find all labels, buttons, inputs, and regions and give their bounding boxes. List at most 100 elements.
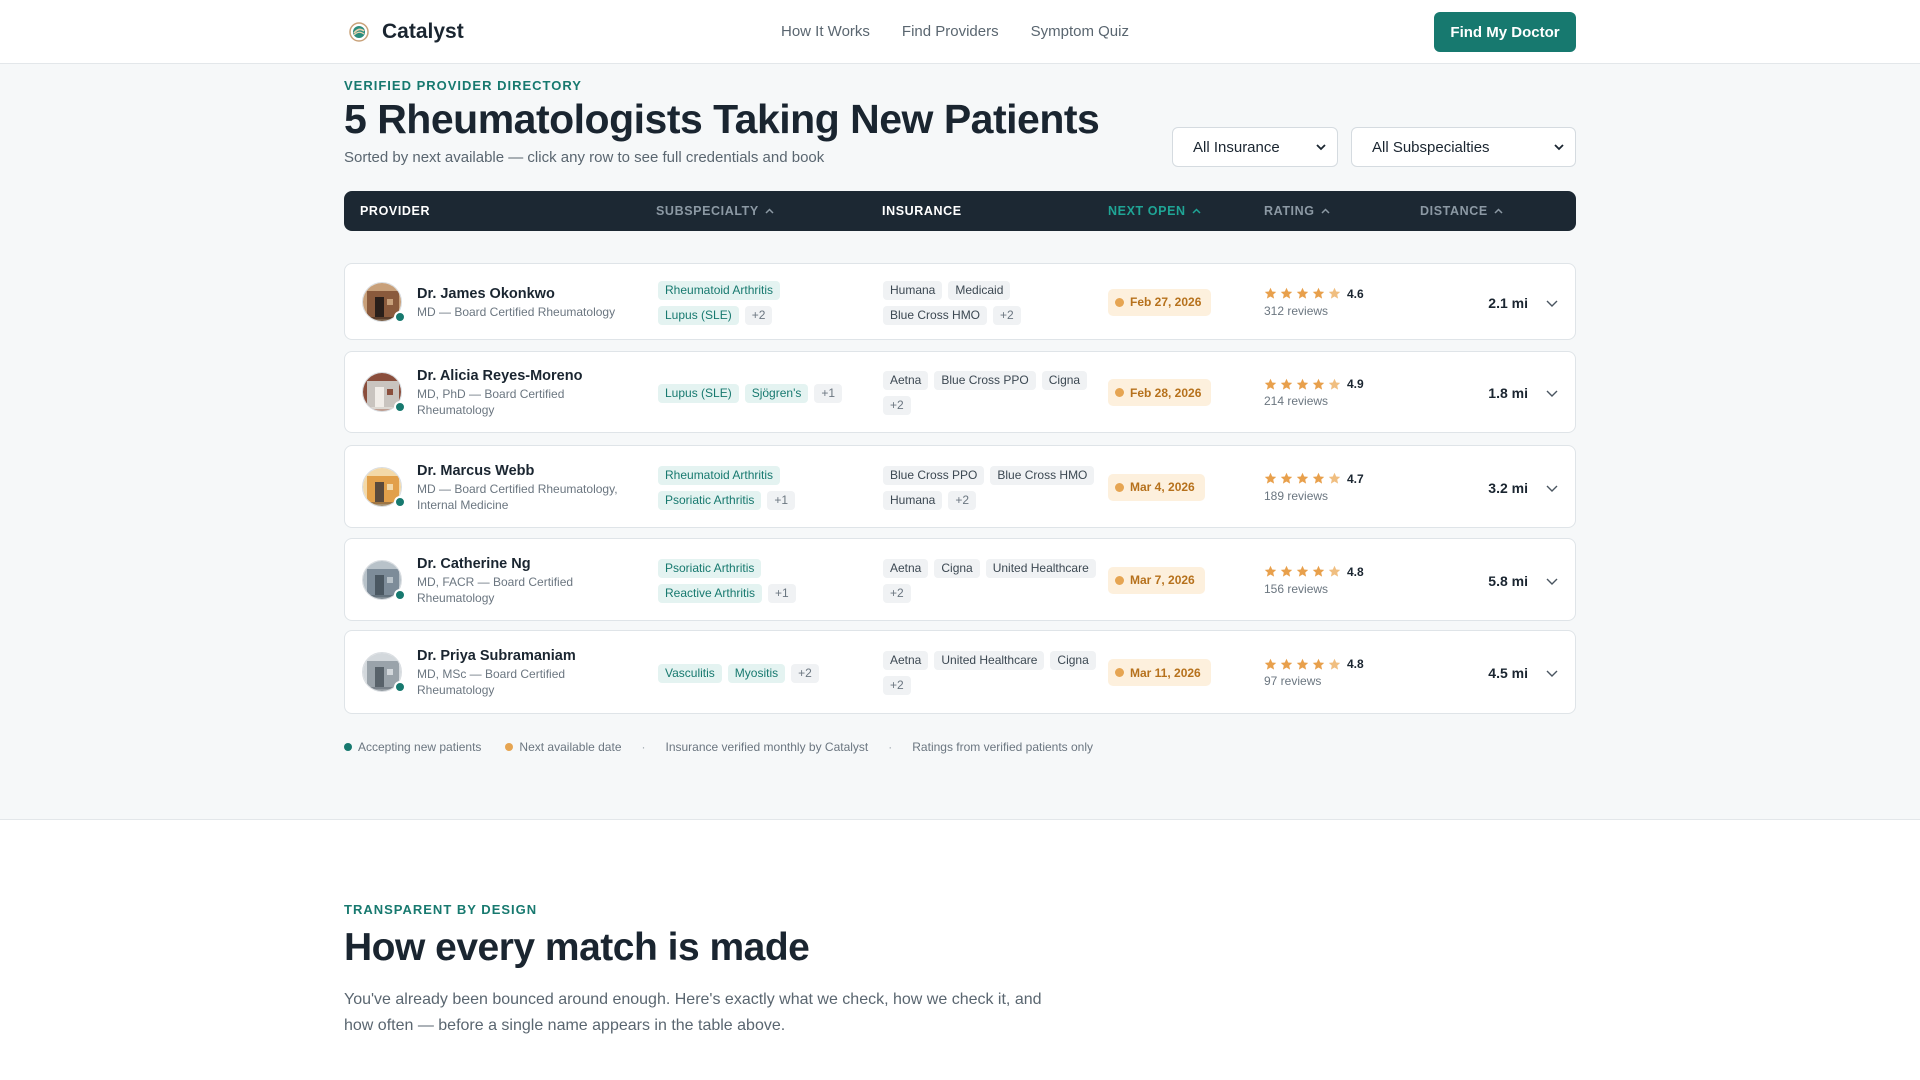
subspecialty-chip: Sjögren's [744, 383, 809, 403]
next-open-date: Feb 27, 2026 [1130, 295, 1202, 309]
sort-caret-icon [1192, 208, 1201, 214]
find-my-doctor-button[interactable]: Find My Doctor [1434, 12, 1576, 52]
review-count: 214 reviews [1264, 394, 1329, 408]
review-count: 97 reviews [1264, 674, 1322, 688]
provider-credentials: MD, PhD — Board Certified Rheumatology [417, 387, 565, 417]
review-count: 189 reviews [1264, 488, 1329, 503]
next-open-badge: Mar 11, 2026 [1108, 659, 1211, 686]
column-insurance-label: INSURANCE [882, 204, 962, 218]
provider-row[interactable]: Dr. Alicia Reyes-Moreno MD, PhD — Board … [344, 351, 1576, 433]
rating-value: 4.8 [1347, 564, 1364, 579]
next-available-dot [1115, 297, 1124, 307]
provider-credentials: MD, MSc — Board Certified Rheumatology [417, 667, 566, 697]
expand-chevron-icon[interactable] [1545, 666, 1559, 680]
catalyst-logo-icon [349, 22, 369, 42]
star-icon [1264, 472, 1277, 484]
insurance-filter-select[interactable]: All Insurance [1172, 127, 1338, 167]
column-subspecialty-sort[interactable]: SUBSPECIALTY [656, 204, 774, 218]
review-count: 312 reviews [1264, 303, 1329, 318]
provider-row[interactable]: Dr. Priya Subramaniam MD, MSc — Board Ce… [344, 630, 1576, 714]
expand-chevron-icon[interactable] [1545, 574, 1559, 588]
next-open-badge: Mar 7, 2026 [1108, 566, 1205, 594]
brand-name: Catalyst [382, 20, 464, 43]
insurance-chip: United Healthcare [934, 651, 1045, 670]
subspecialty-chip: Psoriatic Arthritis [658, 558, 762, 578]
star-icon [1296, 378, 1309, 390]
next-open-date: Mar 7, 2026 [1130, 573, 1195, 587]
column-rating-sort[interactable]: RATING [1264, 204, 1330, 218]
expand-chevron-icon[interactable] [1545, 481, 1559, 495]
provider-name: Dr. Alicia Reyes-Moreno [417, 368, 583, 384]
insurance-chip: Aetna [883, 371, 929, 390]
subspecialty-chip: Lupus (SLE) [658, 383, 739, 403]
nav-link-symptom-quiz[interactable]: Symptom Quiz [1031, 23, 1129, 40]
top-nav: Catalyst How It Works Find Providers Sym… [0, 0, 1920, 64]
insurance-chip: Cigna [1050, 651, 1096, 670]
column-insurance: INSURANCE [882, 204, 962, 218]
provider-row[interactable]: Dr. Marcus Webb MD — Board Certified Rhe… [344, 445, 1576, 528]
insurance-chip: Cigna [1041, 371, 1088, 390]
rating-stars: 4.7 [1264, 472, 1364, 486]
distance: 2.1 mi [1488, 294, 1528, 311]
subspecialty-filter-select[interactable]: All Subspecialties [1351, 127, 1576, 167]
expand-chevron-icon[interactable] [1545, 386, 1559, 400]
nav-link-find-providers[interactable]: Find Providers [902, 23, 999, 40]
star-icon [1296, 472, 1309, 484]
insurance-more-chip: +2 [883, 583, 911, 603]
insurance-more-chip: +2 [883, 676, 911, 695]
star-icon [1296, 287, 1309, 299]
column-subspecialty-label: SUBSPECIALTY [656, 204, 759, 218]
rating-value: 4.6 [1347, 286, 1364, 301]
subspecialty-chip: Lupus (SLE) [658, 305, 739, 325]
star-icon [1264, 378, 1277, 390]
section-title: How every match is made [344, 926, 810, 969]
provider-row[interactable]: Dr. James Okonkwo MD — Board Certified R… [344, 263, 1576, 340]
insurance-chip: Blue Cross PPO [883, 465, 985, 485]
provider-name: Dr. Marcus Webb [417, 462, 535, 479]
provider-name: Dr. James Okonkwo [417, 285, 555, 302]
column-next-open-sort[interactable]: NEXT OPEN [1108, 204, 1201, 218]
provider-credentials: MD — Board Certified Rheumatology [417, 304, 616, 319]
legend-next-available: Next available date [519, 740, 622, 754]
chevron-down-icon [1316, 144, 1326, 151]
star-icon [1296, 565, 1309, 577]
rating-stars: 4.8 [1264, 657, 1364, 671]
star-icon [1280, 378, 1293, 390]
insurance-more-chip: +2 [993, 305, 1021, 325]
section-eyebrow: TRANSPARENT BY DESIGN [344, 902, 538, 917]
subspecialty-chip: Myositis [727, 663, 786, 683]
star-icon [1312, 378, 1325, 390]
next-available-dot [1115, 482, 1124, 492]
next-available-dot [1115, 575, 1124, 585]
insurance-chips: Aetna Cigna United Healthcare +2 [883, 558, 1098, 603]
star-icon [1264, 287, 1277, 299]
next-open-badge: Feb 27, 2026 [1108, 288, 1212, 316]
subspecialty-chips: Psoriatic Arthritis Reactive Arthritis +1 [658, 558, 858, 603]
insurance-chip: United Healthcare [985, 558, 1096, 578]
star-icon [1296, 658, 1309, 670]
nav-link-how-it-works[interactable]: How It Works [781, 23, 870, 40]
star-icon [1328, 378, 1341, 390]
legend-separator: · [888, 740, 893, 754]
next-available-dot [1115, 388, 1124, 397]
next-open-badge: Mar 4, 2026 [1108, 473, 1205, 501]
distance: 4.5 mi [1488, 665, 1528, 681]
expand-chevron-icon[interactable] [1545, 296, 1559, 310]
column-rating-label: RATING [1264, 204, 1315, 218]
insurance-chips: Aetna United Healthcare Cigna +2 [883, 651, 1098, 695]
legend-ratings-note: Ratings from verified patients only [912, 740, 1094, 754]
brand[interactable]: Catalyst [348, 20, 464, 44]
sort-caret-icon [765, 208, 774, 214]
next-open-date: Mar 4, 2026 [1130, 480, 1195, 494]
insurance-chip: Humana [883, 490, 943, 510]
column-distance-sort[interactable]: DISTANCE [1420, 204, 1503, 218]
distance: 5.8 mi [1488, 572, 1528, 589]
next-available-dot [1115, 668, 1124, 677]
directory-eyebrow: VERIFIED PROVIDER DIRECTORY [344, 78, 582, 93]
page-title: 5 Rheumatologists Taking New Patients [344, 96, 1100, 142]
subspecialty-more-chip: +2 [744, 305, 773, 325]
insurance-chip: Cigna [934, 558, 980, 578]
insurance-chips: Humana Medicaid Blue Cross HMO +2 [883, 280, 1098, 325]
provider-row[interactable]: Dr. Catherine Ng MD, FACR — Board Certif… [344, 538, 1576, 621]
rating-stars: 4.8 [1264, 565, 1364, 579]
